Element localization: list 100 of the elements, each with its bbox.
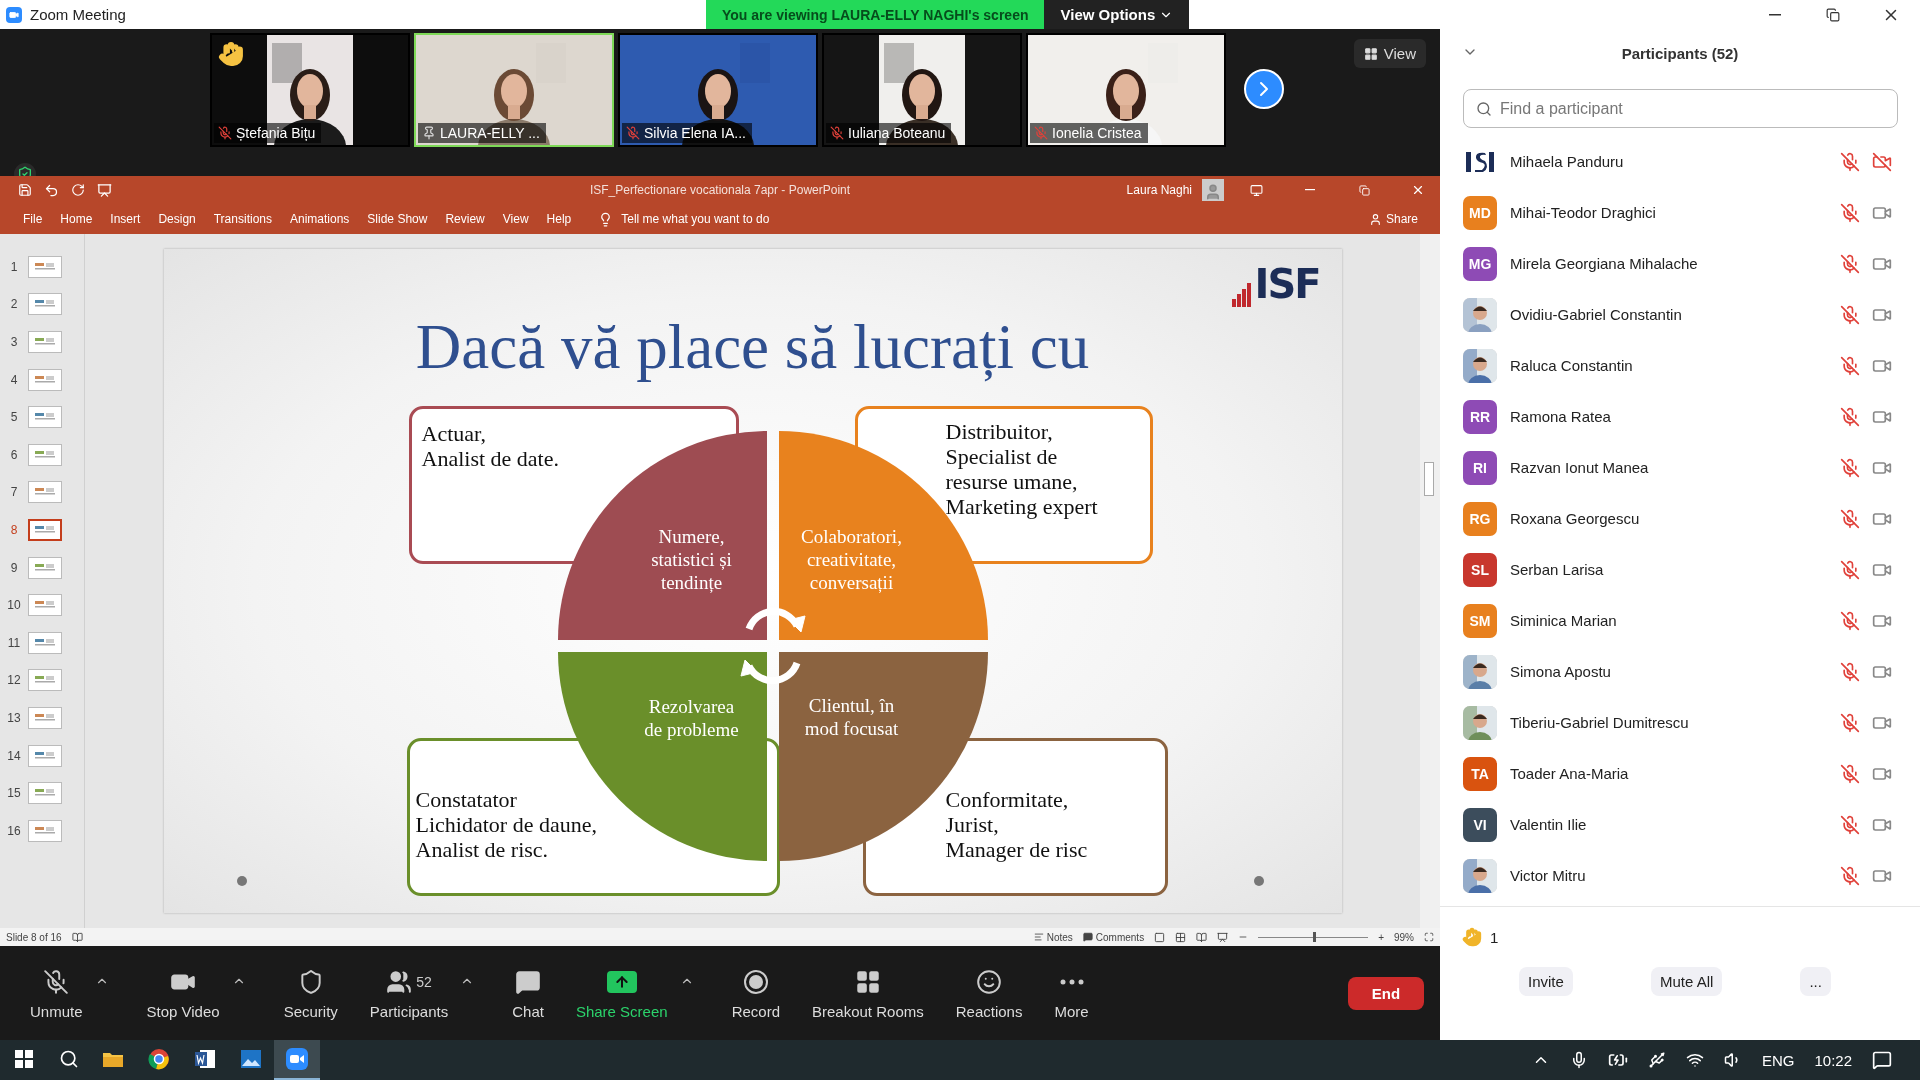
restore-icon xyxy=(1358,184,1370,196)
grid-icon xyxy=(1363,46,1378,61)
view-button[interactable]: View xyxy=(1353,39,1426,68)
notes-button[interactable]: Notes xyxy=(1033,931,1073,943)
initials-avatar: MD xyxy=(1463,195,1497,230)
search-field[interactable]: Find a participant xyxy=(1463,89,1898,128)
undo-icon[interactable] xyxy=(44,182,59,198)
close-icon xyxy=(1411,183,1425,197)
participant-name: Iuliana Boteanu xyxy=(826,123,952,143)
participant-name: Toader Ana-Maria xyxy=(1510,765,1629,782)
slide-thumbnail[interactable] xyxy=(28,331,62,353)
slide-number: 2 xyxy=(9,297,19,312)
sector-label: Rezolvarea de probleme xyxy=(644,695,739,741)
toolbar-button[interactable]: 52 Participants xyxy=(353,966,465,1020)
next-page-button[interactable] xyxy=(1244,69,1284,109)
zoom-slider-thumb[interactable] xyxy=(1313,931,1317,942)
ribbon-tab[interactable]: Slide Show xyxy=(358,204,437,234)
reading-view-icon[interactable] xyxy=(1196,931,1208,943)
share-button[interactable]: Share xyxy=(1362,211,1424,227)
initials-avatar: TA xyxy=(1463,756,1497,791)
slideshow-icon[interactable] xyxy=(1217,931,1229,943)
slide-number: 6 xyxy=(9,447,19,462)
ribbon-tab[interactable]: View xyxy=(493,204,538,234)
panel-button[interactable]: Invite xyxy=(1519,967,1573,996)
participant-name: Ovidiu-Gabriel Constantin xyxy=(1510,306,1682,323)
video-tile[interactable]: LAURA-ELLY ... xyxy=(414,33,614,147)
toolbar-button[interactable]: Share Screen xyxy=(559,966,684,1020)
slide-thumbnail[interactable] xyxy=(28,594,62,617)
comments-button[interactable]: Comments xyxy=(1082,931,1145,943)
slide-thumbnail[interactable] xyxy=(28,819,62,842)
toolbar-button[interactable]: Stop Video xyxy=(130,966,236,1020)
ribbon-tab[interactable]: Home xyxy=(51,204,102,234)
slide-thumbnail[interactable] xyxy=(28,293,62,316)
normal-view-icon[interactable] xyxy=(1154,931,1166,943)
toolbar-button[interactable]: Unmute xyxy=(14,966,99,1020)
ribbon-tab[interactable]: File xyxy=(14,204,52,234)
search-icon xyxy=(1476,100,1492,117)
slide-thumbnail[interactable] xyxy=(28,631,62,654)
slide-thumbnail[interactable] xyxy=(28,744,62,767)
ribbon-tab[interactable]: Help xyxy=(537,204,581,234)
minimize-icon xyxy=(1769,13,1781,16)
ribbon-tab[interactable]: Review xyxy=(436,204,494,234)
language-indicator[interactable]: ENG xyxy=(1761,1051,1795,1069)
panel-button[interactable]: ... xyxy=(1800,967,1831,996)
toolbar-button[interactable]: Security xyxy=(267,966,354,1020)
slide-thumbnail[interactable] xyxy=(28,782,62,805)
slide-number: 1 xyxy=(9,259,19,274)
slide-thumbnail[interactable] xyxy=(28,255,62,278)
usb-icon[interactable] xyxy=(1647,1051,1666,1069)
view-options-button[interactable]: View Options xyxy=(1044,0,1190,29)
document-title: ISF_Perfectionare vocationala 7apr - PowerPoint xyxy=(589,183,851,197)
slide-thumbnail[interactable] xyxy=(28,443,62,466)
scrollbar[interactable] xyxy=(1420,234,1440,928)
sorter-view-icon[interactable] xyxy=(1175,931,1187,943)
ribbon-tab[interactable]: Design xyxy=(149,204,205,234)
presentation-icon[interactable] xyxy=(97,182,112,198)
panel-button[interactable]: Mute All xyxy=(1650,967,1723,996)
more-icon xyxy=(1059,978,1084,985)
slide-thumbnail[interactable] xyxy=(28,518,62,541)
slide-thumbnail[interactable] xyxy=(28,556,62,579)
chat-bubble-icon xyxy=(515,968,542,995)
toolbar-button[interactable]: Breakout Rooms xyxy=(796,966,940,1020)
wifi-icon[interactable] xyxy=(1685,1051,1704,1069)
notifications-icon[interactable] xyxy=(1872,1050,1892,1070)
participant-name: Silvia Elena IA... xyxy=(622,123,752,143)
initials-avatar: RG xyxy=(1463,501,1497,536)
taskbar-app[interactable] xyxy=(274,1040,320,1080)
toolbar-button[interactable]: Record xyxy=(715,966,796,1020)
participant-name: Mihaela Panduru xyxy=(1510,153,1624,170)
ribbon-tab[interactable]: Insert xyxy=(101,204,150,234)
end-button[interactable]: End xyxy=(1348,976,1424,1010)
notes-icon xyxy=(1033,932,1044,942)
redo-icon[interactable] xyxy=(71,183,85,197)
browser-icon xyxy=(148,1048,170,1070)
video-tile[interactable]: Silvia Elena IA... xyxy=(618,33,818,147)
toolbar-button[interactable]: Chat xyxy=(496,966,560,1020)
slide-thumbnail[interactable] xyxy=(28,406,62,429)
clock[interactable]: 10:22 xyxy=(1814,1051,1852,1069)
slide-thumbnail[interactable] xyxy=(28,706,62,729)
smiley-plus-icon xyxy=(976,968,1003,995)
ribbon-tab[interactable]: Transitions xyxy=(204,204,281,234)
toolbar-button[interactable]: Reactions xyxy=(939,966,1039,1020)
initials-avatar: SM xyxy=(1463,603,1497,638)
video-tile[interactable]: Ionelia Cristea xyxy=(1026,33,1226,147)
toolbar-button[interactable]: More xyxy=(1038,966,1105,1020)
ribbon-tab[interactable]: Animations xyxy=(281,204,359,234)
user-name: Laura Naghi xyxy=(1126,183,1192,197)
tell-me-search[interactable]: Tell me what you want to do xyxy=(621,212,770,226)
slide-thumbnail[interactable] xyxy=(28,368,62,391)
video-tile[interactable]: Ștefania Bițu xyxy=(210,33,410,147)
save-icon[interactable] xyxy=(18,183,32,197)
fit-icon[interactable] xyxy=(1424,932,1434,942)
person-icon xyxy=(1368,212,1382,226)
zoom-in-button[interactable]: + xyxy=(1378,931,1384,943)
initials-avatar: RR xyxy=(1463,399,1497,434)
participant-name: Mirela Georgiana Mihalache xyxy=(1510,255,1698,272)
video-tile[interactable]: Iuliana Boteanu xyxy=(822,33,1022,147)
slide-thumbnail[interactable] xyxy=(28,669,62,692)
raised-hand-icon xyxy=(1462,927,1482,947)
slide-thumbnail[interactable] xyxy=(28,481,62,504)
